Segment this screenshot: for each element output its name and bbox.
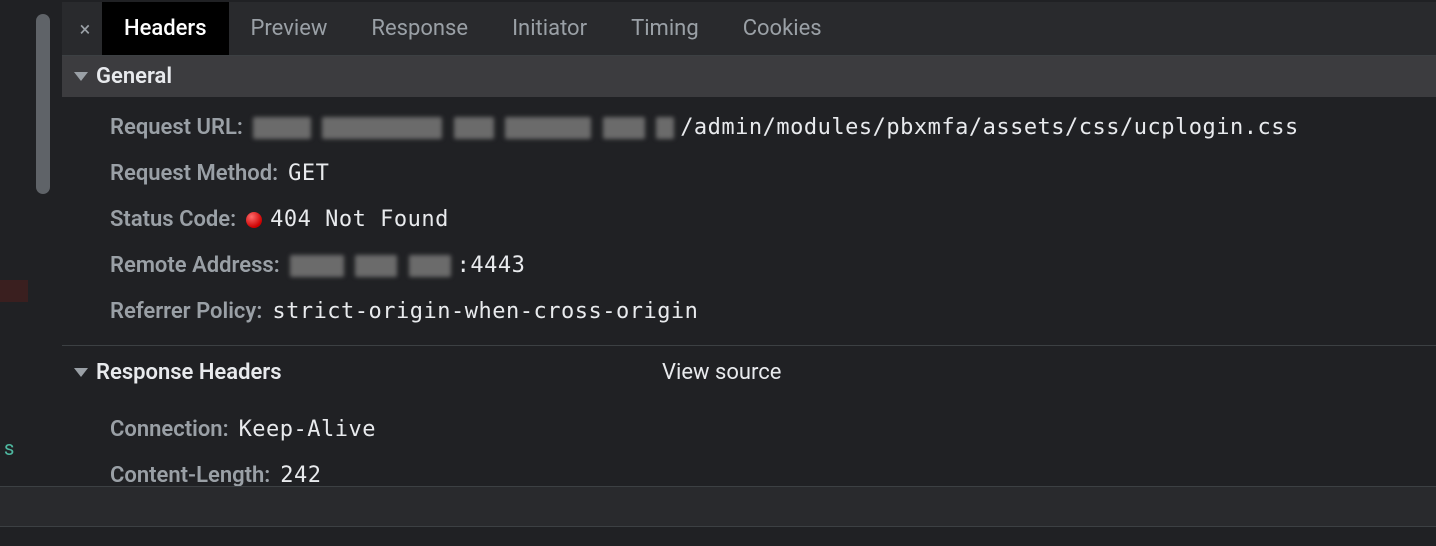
- chevron-down-icon: [74, 72, 88, 81]
- status-code-value: 404 Not Found: [270, 205, 449, 235]
- tab-response[interactable]: Response: [349, 2, 490, 55]
- bottom-status-bar: [0, 526, 1436, 546]
- tab-preview[interactable]: Preview: [229, 2, 350, 55]
- section-response-headers-header[interactable]: Response Headers View source: [62, 345, 1436, 399]
- tab-initiator[interactable]: Initiator: [490, 2, 609, 55]
- row-request-url: Request URL: /admin/modules/pbxmfa/asset…: [62, 105, 1436, 151]
- row-remote-address: Remote Address: :4443: [62, 243, 1436, 289]
- request-method-label: Request Method:: [110, 159, 278, 189]
- row-status-code: Status Code: 404 Not Found: [62, 197, 1436, 243]
- connection-label: Connection:: [110, 415, 229, 445]
- tab-cookies[interactable]: Cookies: [721, 2, 844, 55]
- remote-address-value: :4443: [457, 251, 526, 281]
- request-marker: [0, 280, 28, 302]
- chevron-down-icon: [74, 368, 88, 377]
- redacted-url-part: [253, 113, 680, 143]
- details-panel: × Headers Preview Response Initiator Tim…: [62, 2, 1436, 546]
- headers-content: General Request URL: /admin/modules/pbxm…: [62, 56, 1436, 546]
- left-sidebar-gutter: s: [0, 0, 28, 546]
- remote-address-label: Remote Address:: [110, 251, 280, 281]
- bottom-panel-spacer: [0, 486, 1436, 526]
- row-referrer-policy: Referrer Policy: strict-origin-when-cros…: [62, 289, 1436, 335]
- request-method-value: GET: [288, 159, 329, 189]
- section-general-header[interactable]: General: [62, 56, 1436, 97]
- row-request-method: Request Method: GET: [62, 151, 1436, 197]
- view-source-link[interactable]: View source: [662, 360, 781, 385]
- row-connection: Connection: Keep-Alive: [62, 407, 1436, 453]
- scrollbar-thumb[interactable]: [36, 14, 50, 194]
- connection-value: Keep-Alive: [239, 415, 376, 445]
- referrer-policy-label: Referrer Policy:: [110, 297, 262, 327]
- section-title: General: [96, 64, 172, 89]
- close-icon[interactable]: ×: [68, 17, 102, 41]
- tab-headers[interactable]: Headers: [102, 2, 229, 55]
- status-code-label: Status Code:: [110, 205, 236, 235]
- section-title: Response Headers: [96, 360, 282, 385]
- tab-timing[interactable]: Timing: [609, 2, 721, 55]
- request-url-label: Request URL:: [110, 113, 243, 143]
- truncated-text: s: [4, 436, 14, 460]
- referrer-policy-value: strict-origin-when-cross-origin: [272, 297, 698, 327]
- status-error-icon: [246, 212, 262, 228]
- request-url-value: /admin/modules/pbxmfa/assets/css/ucplogi…: [680, 113, 1299, 143]
- redacted-address-part: [290, 251, 457, 281]
- tab-bar: × Headers Preview Response Initiator Tim…: [62, 2, 1436, 56]
- general-rows: Request URL: /admin/modules/pbxmfa/asset…: [62, 97, 1436, 345]
